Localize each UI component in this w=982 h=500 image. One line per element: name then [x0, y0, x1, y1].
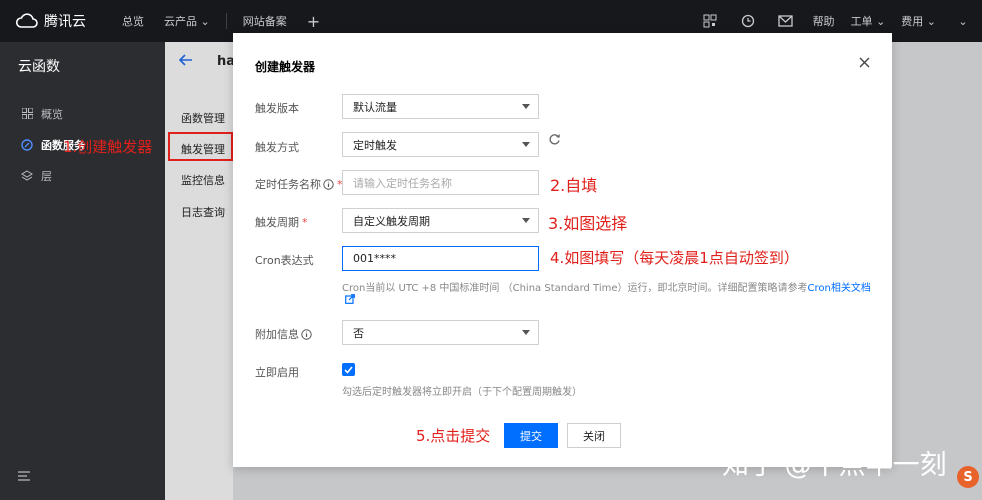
select-value: 默认流量 — [353, 100, 397, 114]
annotation-step-4: 4.如图填写（每天凌晨1点自动签到） — [550, 249, 799, 267]
nav-products-label: 云产品 — [164, 15, 197, 28]
close-icon[interactable] — [859, 57, 870, 71]
cloud-icon — [16, 13, 38, 28]
watermark: 知乎 @十点半一刻 — [722, 450, 947, 481]
clock-icon[interactable] — [729, 14, 767, 28]
sidebar-item-overview[interactable]: 概览 — [0, 98, 165, 129]
method-select[interactable]: 定时触发 — [342, 132, 539, 157]
field-label-period: 触发周期 * — [255, 214, 308, 230]
sub-nav-monitor[interactable]: 监控信息 — [181, 172, 225, 188]
info-icon[interactable] — [301, 328, 312, 340]
select-value: 自定义触发周期 — [353, 214, 430, 228]
field-label-method: 触发方式 — [255, 139, 299, 155]
info-icon[interactable] — [323, 178, 334, 190]
chevron-down-icon: ⌄ — [926, 15, 936, 28]
sohu-logo: S — [957, 466, 979, 488]
input-value: 001**** — [353, 252, 396, 265]
ticket-menu-label: 工单 — [850, 15, 873, 28]
sidebar-item-label: 层 — [41, 169, 52, 183]
chevron-down-icon: ⌄ — [200, 15, 210, 28]
dialog-title: 创建触发器 — [255, 60, 316, 74]
enable-hint: 勾选后定时触发器将立即开启（于下个配置周期触发） — [342, 387, 582, 398]
brand-logo[interactable]: 腾讯云 — [0, 11, 112, 31]
required-mark: * — [302, 215, 308, 229]
external-link-icon[interactable] — [345, 294, 355, 307]
label-text: 附加信息 — [255, 328, 299, 341]
refresh-icon[interactable] — [548, 133, 561, 149]
label-text: 触发周期 — [255, 216, 299, 229]
annotation-step-1: 1.创建触发器 — [63, 138, 153, 156]
user-menu-chevron[interactable]: ⌄ — [944, 15, 982, 28]
ticket-menu[interactable]: 工单 ⌄ — [843, 13, 894, 29]
nav-products[interactable]: 云产品 ⌄ — [154, 13, 220, 29]
caret-down-icon — [522, 104, 530, 109]
task-name-input[interactable]: 请输入定时任务名称 — [342, 170, 539, 195]
sub-nav-function-manage[interactable]: 函数管理 — [181, 110, 225, 126]
enable-checkbox[interactable] — [342, 363, 355, 376]
grid-icon — [20, 108, 34, 119]
checkmark-icon — [344, 365, 353, 374]
nav-overview[interactable]: 总览 — [112, 13, 154, 29]
field-label-extra: 附加信息 — [255, 326, 312, 342]
chevron-down-icon: ⌄ — [876, 15, 886, 28]
nav-divider — [225, 13, 227, 29]
annotation-step-5: 5.点击提交 — [416, 427, 491, 445]
caret-down-icon — [522, 142, 530, 147]
submit-button[interactable]: 提交 — [504, 423, 558, 448]
field-label-enable: 立即启用 — [255, 364, 299, 380]
sidebar-item-layers[interactable]: 层 — [0, 160, 165, 191]
cron-doc-link[interactable]: Cron相关文档 — [808, 283, 871, 294]
layer-icon — [20, 169, 34, 182]
select-value: 否 — [353, 326, 364, 340]
sidebar-item-label: 概览 — [41, 107, 63, 121]
cron-input[interactable]: 001**** — [342, 246, 539, 271]
highlight-box — [168, 132, 233, 161]
collapse-sidebar-icon[interactable] — [18, 471, 30, 484]
help-link[interactable]: 帮助 — [805, 13, 843, 29]
brand-name: 腾讯云 — [44, 14, 86, 30]
billing-menu[interactable]: 费用 ⌄ — [893, 13, 944, 29]
annotation-step-3: 3.如图选择 — [548, 214, 628, 233]
sub-nav-logs[interactable]: 日志查询 — [181, 204, 225, 220]
caret-down-icon — [522, 218, 530, 223]
billing-menu-label: 费用 — [901, 15, 924, 28]
close-button[interactable]: 关闭 — [567, 423, 621, 448]
sidebar: 云函数 概览 函数服务 层 — [0, 42, 165, 500]
nav-icp[interactable]: 网站备案 — [233, 13, 297, 29]
label-text: 定时任务名称 — [255, 178, 321, 191]
annotation-step-2: 2.自填 — [550, 176, 598, 195]
label-text: 触发方式 — [255, 141, 299, 154]
function-sub-nav: 函数管理 触发管理 监控信息 日志查询 — [165, 42, 233, 500]
version-select[interactable]: 默认流量 — [342, 94, 539, 119]
caret-down-icon — [522, 330, 530, 335]
field-label-version: 触发版本 — [255, 100, 299, 116]
cron-hint-text: Cron当前以 UTC +8 中国标准时间 （China Standard Ti… — [342, 283, 808, 294]
back-arrow-icon[interactable] — [178, 54, 193, 69]
label-text: Cron表达式 — [255, 254, 314, 267]
period-select[interactable]: 自定义触发周期 — [342, 208, 539, 233]
cron-hint: Cron当前以 UTC +8 中国标准时间 （China Standard Ti… — [342, 279, 871, 294]
qrcode-icon[interactable] — [691, 14, 729, 28]
label-text: 触发版本 — [255, 102, 299, 115]
field-label-cron: Cron表达式 — [255, 252, 314, 268]
plus-icon[interactable]: + — [297, 12, 330, 31]
extra-info-select[interactable]: 否 — [342, 320, 539, 345]
label-text: 立即启用 — [255, 366, 299, 379]
sidebar-title: 云函数 — [18, 59, 60, 75]
input-placeholder: 请输入定时任务名称 — [353, 176, 452, 190]
function-icon — [20, 138, 34, 151]
chevron-down-icon: ⌄ — [958, 14, 968, 28]
field-label-task-name: 定时任务名称 * — [255, 176, 343, 192]
mail-icon[interactable] — [767, 15, 805, 27]
select-value: 定时触发 — [353, 138, 397, 152]
